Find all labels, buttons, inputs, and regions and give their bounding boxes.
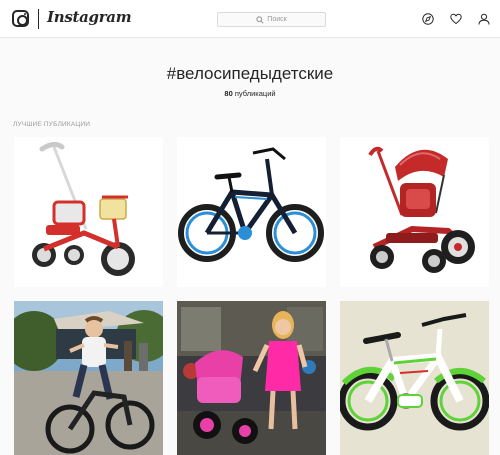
post-thumbnail-2[interactable] bbox=[177, 137, 326, 287]
logo-divider bbox=[38, 9, 39, 29]
tricycle-photo bbox=[14, 137, 163, 287]
post-thumbnail-1[interactable] bbox=[14, 137, 163, 287]
top-posts-label: ЛУЧШИЕ ПУБЛИКАЦИИ bbox=[13, 121, 91, 128]
boy-on-bicycle-photo bbox=[14, 301, 163, 455]
post-count: 80 публикаций bbox=[0, 89, 500, 98]
bicycle-photo bbox=[177, 137, 326, 287]
woman-pink-tricycle-photo bbox=[177, 301, 326, 455]
post-count-suffix: публикаций bbox=[234, 89, 276, 98]
post-thumbnail-4[interactable] bbox=[14, 301, 163, 455]
heart-icon[interactable] bbox=[450, 13, 462, 25]
post-thumbnail-6[interactable] bbox=[340, 301, 489, 455]
instagram-camera-icon[interactable] bbox=[12, 10, 29, 27]
post-thumbnail-3[interactable] bbox=[340, 137, 489, 287]
hashtag-title: #велосипедыдетские bbox=[166, 64, 334, 83]
canopy-tricycle-photo bbox=[340, 137, 489, 287]
top-navigation-bar: Instagram Поиск bbox=[0, 0, 500, 38]
search-icon bbox=[256, 15, 264, 24]
post-thumbnail-5[interactable] bbox=[177, 301, 326, 455]
search-placeholder: Поиск bbox=[267, 16, 287, 23]
post-count-number: 80 bbox=[224, 89, 233, 98]
profile-icon[interactable] bbox=[478, 13, 490, 25]
compass-icon[interactable] bbox=[422, 13, 434, 25]
instagram-wordmark[interactable]: Instagram bbox=[47, 8, 132, 26]
search-input[interactable]: Поиск bbox=[217, 12, 326, 27]
green-bicycle-photo bbox=[340, 301, 489, 455]
